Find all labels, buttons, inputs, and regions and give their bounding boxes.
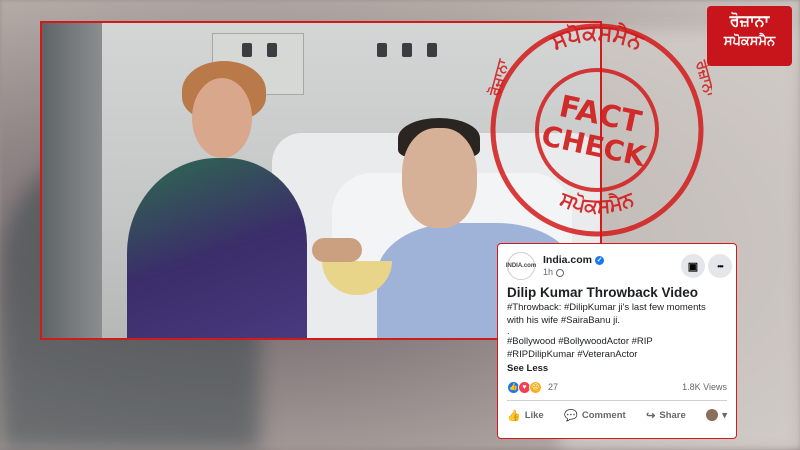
see-less-link[interactable]: See Less <box>507 362 727 376</box>
page-avatar[interactable]: INDIA.com <box>506 252 536 280</box>
fact-check-stamp: ਸਪੋਕਸਮੈਨ ਸਪੋਕਸਮੈਨ ਰੋਜ਼ਾਨਾ ਰੋਜ਼ਾਨਾ FACT C… <box>485 20 712 237</box>
hand <box>312 238 362 262</box>
reaction-count: 27 <box>548 382 559 392</box>
post-separator-dot: . <box>507 326 510 336</box>
audience-selector[interactable]: ▾ <box>706 409 727 421</box>
share-icon: ↪ <box>646 409 656 422</box>
wall-shadow <box>42 23 102 338</box>
outlet <box>377 43 387 57</box>
bookmark-icon: ▣ <box>687 260 699 273</box>
outlet <box>267 43 277 57</box>
sad-reaction-icon: ☹ <box>529 380 542 394</box>
like-label: Like <box>524 409 544 421</box>
woman-figure <box>127 158 307 338</box>
like-button[interactable]: 👍 Like <box>507 409 544 422</box>
post-actions: 👍 Like 💬 Comment ↪ Share ▾ <box>507 401 727 429</box>
woman-head <box>192 78 252 158</box>
save-button[interactable]: ▣ <box>681 254 705 278</box>
globe-icon <box>556 268 565 277</box>
post-title: Dilip Kumar Throwback Video <box>507 285 699 300</box>
post-time[interactable]: 1h <box>543 266 604 278</box>
more-options-button[interactable]: ••• <box>708 254 732 278</box>
chevron-down-icon: ▾ <box>722 409 727 421</box>
logo-line1: ਰੋਜ਼ਾਨਾ <box>729 13 770 30</box>
outlet <box>427 43 437 57</box>
comment-button[interactable]: 💬 Comment <box>564 409 626 422</box>
outlet <box>402 43 412 57</box>
comment-label: Comment <box>581 409 626 421</box>
outlet <box>242 43 252 57</box>
logo-line2: ਸਪੋਕਸਮੈਨ <box>723 33 776 48</box>
share-button[interactable]: ↪ Share <box>646 409 686 422</box>
more-icon: ••• <box>717 261 723 271</box>
thumbs-up-icon: 👍 <box>507 409 521 422</box>
reactions-bar[interactable]: 👍 ♥ ☹ 27 1.8K Views <box>507 380 727 394</box>
view-count: 1.8K Views <box>682 382 727 392</box>
post-hashtags[interactable]: #RIPDilipKumar #VeteranActor <box>507 348 727 361</box>
man-head <box>402 128 477 228</box>
user-avatar-icon <box>706 409 719 421</box>
share-label: Share <box>659 409 686 421</box>
facebook-post-card: INDIA.com India.com ✓ 1h ▣ ••• Dilip Kuma… <box>497 243 737 439</box>
verified-badge-icon: ✓ <box>595 255 605 265</box>
post-text-line: #Throwback: #DilipKumar ji's last few mo… <box>507 302 706 313</box>
brand-logo: ਰੋਜ਼ਾਨਾ ਸਪੋਕਸਮੈਨ <box>707 6 792 66</box>
post-text-line: with his wife #SairaBanu ji. <box>507 315 620 326</box>
comment-icon: 💬 <box>564 409 578 422</box>
page-name[interactable]: India.com ✓ <box>543 254 605 266</box>
post-hashtags[interactable]: #Bollywood #BollywoodActor #RIP <box>507 335 727 348</box>
